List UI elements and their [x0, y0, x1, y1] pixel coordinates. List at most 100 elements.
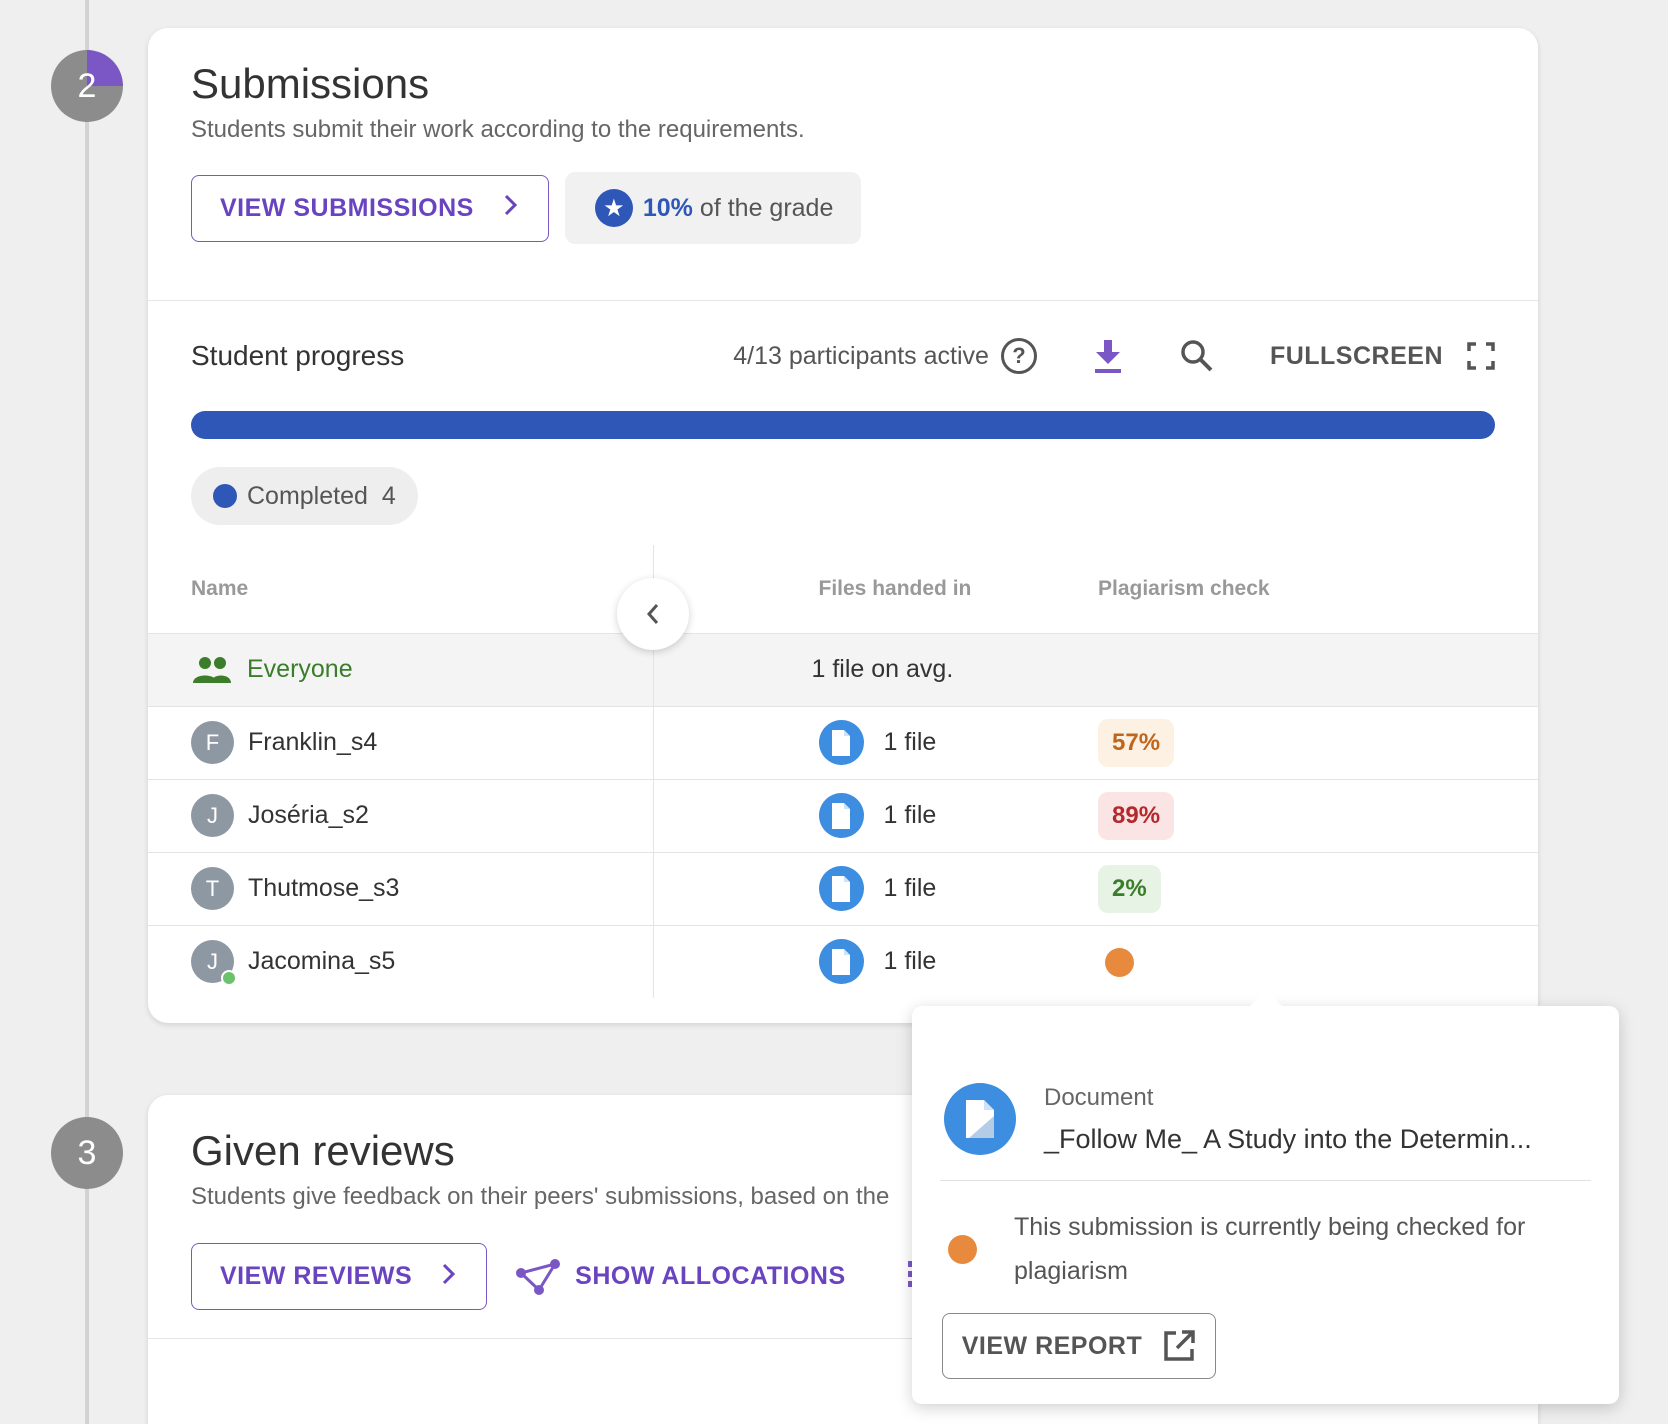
student-name[interactable]: Thutmose_s3	[248, 874, 399, 903]
fullscreen-button[interactable]: FULLSCREEN	[1270, 342, 1495, 371]
column-header-files[interactable]: Files handed in	[653, 545, 1098, 633]
student-name-cell: J Jacomina_s5	[191, 940, 653, 987]
participants-text: 4/13 participants active	[733, 341, 989, 370]
file-icon[interactable]	[818, 793, 864, 838]
student-name[interactable]: Jacomina_s5	[248, 947, 395, 976]
fullscreen-icon	[1467, 342, 1495, 370]
files-cell: 1 file	[818, 939, 1099, 985]
completed-dot	[213, 484, 237, 508]
help-icon[interactable]: ?	[1000, 338, 1037, 374]
table-row[interactable]: J Jacomina_s5 1 file	[148, 924, 1538, 998]
files-count: 1 file	[883, 947, 937, 976]
file-icon[interactable]	[818, 939, 864, 985]
files-cell: 1 file	[818, 720, 1099, 765]
files-count: 1 file	[883, 728, 937, 756]
everyone-row[interactable]: Everyone 1 file on avg.	[148, 632, 1538, 706]
view-reviews-label: VIEW REVIEWS	[220, 1262, 413, 1290]
view-reviews-button[interactable]: VIEW REVIEWS	[191, 1243, 488, 1310]
participants-count: 4/13 participants active ?	[733, 338, 1037, 374]
avatar: F	[191, 721, 234, 764]
avatar-initial: J	[207, 948, 218, 974]
plagiarism-pending-dot[interactable]	[1105, 947, 1134, 977]
search-button[interactable]	[1179, 338, 1215, 374]
chevron-left-icon	[646, 604, 659, 624]
grade-suffix: of the grade	[699, 193, 834, 222]
column-header-name[interactable]: Name	[148, 545, 654, 633]
view-submissions-label: VIEW SUBMISSIONS	[220, 193, 474, 222]
files-count: 1 file	[883, 801, 937, 829]
table-header-row: Name Files handed in Plagiarism check	[148, 545, 1538, 633]
view-report-label: VIEW REPORT	[961, 1331, 1143, 1360]
external-link-icon	[1164, 1330, 1195, 1361]
document-label: Document	[1044, 1083, 1154, 1111]
avatar: J	[191, 794, 234, 837]
show-allocations-label: SHOW ALLOCATIONS	[575, 1262, 846, 1290]
download-icon	[1094, 340, 1121, 373]
step-indicator-3: 3	[51, 1117, 123, 1189]
files-cell: 1 file	[818, 866, 1099, 911]
student-name[interactable]: Joséria_s2	[248, 801, 369, 830]
grade-weight-chip: ★ 10% of the grade	[564, 172, 862, 244]
allocations-icon	[516, 1258, 561, 1295]
everyone-files: 1 file on avg.	[811, 655, 954, 683]
avatar: T	[191, 867, 234, 910]
plagiarism-status-message: This submission is currently being check…	[1014, 1213, 1526, 1285]
submissions-header: Submissions Students submit their work a…	[148, 28, 1538, 301]
step-number: 3	[77, 1133, 97, 1172]
files-count: 1 file	[883, 874, 937, 902]
plagiarism-score[interactable]: 2%	[1098, 864, 1161, 913]
completed-legend-chip[interactable]: Completed 4	[191, 467, 418, 525]
document-title[interactable]: _Follow Me_ A Study into the Determin...	[1044, 1124, 1532, 1155]
submissions-card: Submissions Students submit their work a…	[148, 28, 1538, 1023]
online-indicator	[221, 970, 237, 987]
step-number: 2	[77, 66, 97, 105]
legend-label: Completed	[247, 481, 368, 510]
student-name-cell: F Franklin_s4	[191, 721, 653, 764]
chevron-right-icon	[440, 1261, 458, 1293]
view-report-button[interactable]: VIEW REPORT	[942, 1313, 1216, 1379]
avatar-initial: J	[207, 802, 218, 828]
grade-percent: 10%	[642, 193, 693, 222]
search-icon	[1181, 340, 1213, 372]
student-name-cell: J Joséria_s2	[191, 794, 653, 837]
download-button[interactable]	[1092, 338, 1124, 374]
everyone-label: Everyone	[247, 655, 353, 683]
student-name-cell: T Thutmose_s3	[191, 867, 653, 910]
file-icon[interactable]	[818, 866, 864, 911]
group-icon	[193, 656, 231, 683]
table-row[interactable]: J Joséria_s2 1 file 89%	[148, 778, 1538, 852]
student-progress-title: Student progress	[191, 340, 405, 371]
student-name[interactable]: Franklin_s4	[248, 728, 377, 757]
view-submissions-button[interactable]: VIEW SUBMISSIONS	[191, 174, 549, 242]
plagiarism-popover: Document _Follow Me_ A Study into the De…	[912, 1006, 1619, 1404]
step-indicator-2: 2	[51, 50, 123, 122]
timeline-line	[85, 0, 89, 1424]
star-icon: ★	[594, 189, 633, 227]
popover-arrow	[1250, 990, 1282, 1006]
files-cell: 1 file	[818, 793, 1099, 838]
table-row[interactable]: F Franklin_s4 1 file 57%	[148, 705, 1538, 779]
popover-document: Document _Follow Me_ A Study into the De…	[912, 1006, 1619, 1180]
page-title: Submissions	[191, 60, 430, 107]
student-table: Name Files handed in Plagiarism check Ev…	[148, 545, 1538, 998]
submissions-actions: VIEW SUBMISSIONS ★ 10% of the grade	[191, 172, 1495, 244]
plagiarism-score[interactable]: 57%	[1098, 718, 1175, 767]
column-header-plagiarism[interactable]: Plagiarism check	[1098, 545, 1538, 633]
collapse-column-button[interactable]	[617, 578, 689, 650]
show-allocations-button[interactable]: SHOW ALLOCATIONS	[515, 1258, 846, 1295]
avatar: J	[191, 940, 237, 987]
plagiarism-score[interactable]: 89%	[1098, 791, 1175, 840]
table-row[interactable]: T Thutmose_s3 1 file 2%	[148, 851, 1538, 925]
everyone-cell: Everyone	[191, 655, 653, 685]
chevron-right-icon	[502, 192, 520, 224]
fullscreen-label: FULLSCREEN	[1269, 341, 1443, 370]
pending-status-dot	[948, 1234, 977, 1264]
legend-count: 4	[381, 481, 396, 510]
avatar-initial: F	[205, 729, 220, 755]
plagiarism-status: This submission is currently being check…	[912, 1181, 1619, 1293]
file-icon[interactable]	[818, 720, 864, 765]
avatar-initial: T	[205, 875, 220, 901]
progress-bar	[191, 411, 1495, 439]
submissions-description: Students submit their work according to …	[191, 116, 805, 143]
document-icon	[944, 1083, 1016, 1155]
